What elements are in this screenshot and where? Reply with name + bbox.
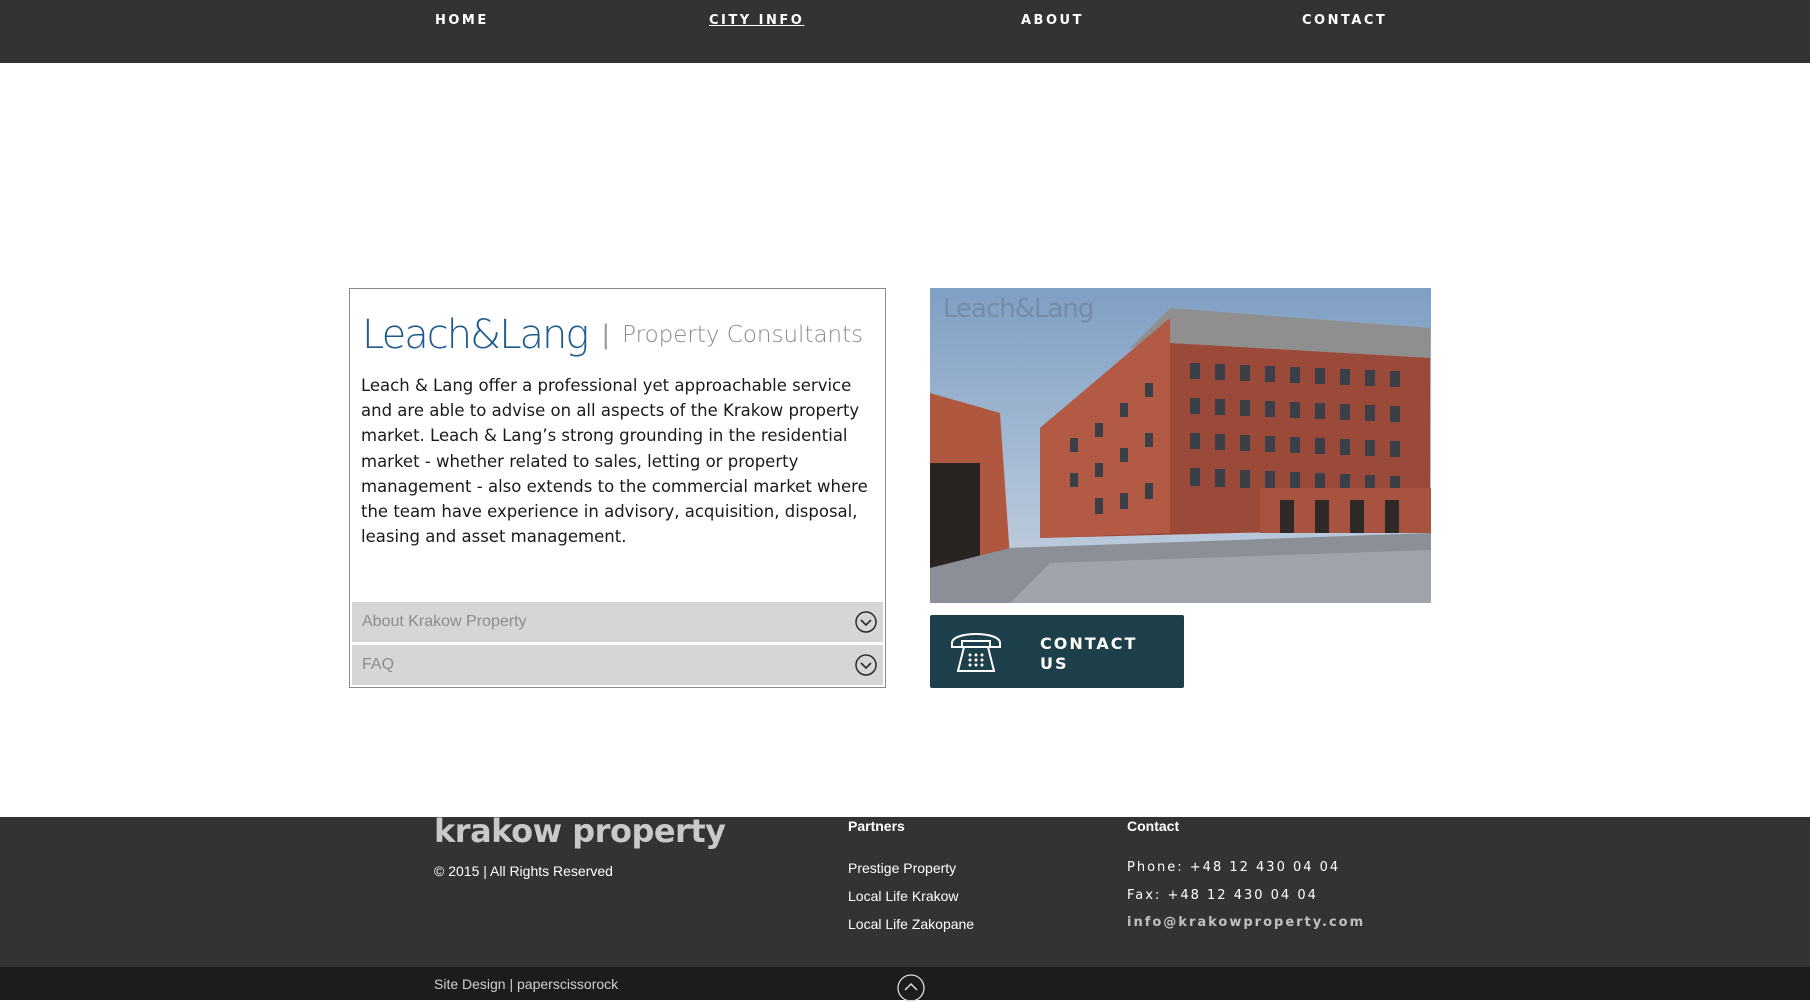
contact-us-label: CONTACT US <box>1040 634 1138 673</box>
partner-link-prestige-property[interactable]: Prestige Property <box>848 860 956 876</box>
contact-heading: Contact <box>1127 818 1180 834</box>
partners-heading: Partners <box>848 818 905 834</box>
chevron-up-circle-icon[interactable] <box>897 974 925 1002</box>
chevron-down-circle-icon[interactable] <box>855 654 877 676</box>
footer-brand: krakow property <box>434 812 726 850</box>
chevron-down-circle-icon[interactable] <box>855 611 877 633</box>
footer-phone: Phone: +48 12 430 04 04 <box>1127 860 1341 875</box>
accordion-about-krakow-property[interactable]: About Krakow Property <box>352 602 883 642</box>
photo-watermark: Leach&Lang <box>943 294 1094 324</box>
site-design-credit: Site Design | paperscissorock <box>434 976 619 992</box>
partner-link-local-life-krakow[interactable]: Local Life Krakow <box>848 888 959 904</box>
intro-paragraph: Leach & Lang offer a professional yet ap… <box>361 376 868 547</box>
contact-us-button[interactable]: CONTACT US <box>930 615 1184 688</box>
building-photo: Leach&Lang <box>930 288 1431 603</box>
accordion-faq[interactable]: FAQ <box>352 645 883 685</box>
brand-tagline: Property Consultants <box>622 322 864 348</box>
partner-link-local-life-zakopane[interactable]: Local Life Zakopane <box>848 916 974 932</box>
accordion-label: FAQ <box>362 656 395 673</box>
top-nav: HOME CITY INFO ABOUT CONTACT <box>0 0 1810 63</box>
telephone-icon <box>951 633 1001 672</box>
footer-email-link[interactable]: info@krakowproperty.com <box>1127 915 1365 930</box>
footer: krakow property © 2015 | All Rights Rese… <box>0 812 1810 967</box>
brand-name: Leach&Lang <box>362 312 589 358</box>
nav-about-link[interactable]: ABOUT <box>1021 13 1084 28</box>
nav-home-link[interactable]: HOME <box>435 13 489 28</box>
nav-contact-link[interactable]: CONTACT <box>1302 13 1387 28</box>
footer-copyright: © 2015 | All Rights Reserved <box>434 863 613 879</box>
brand-separator: | <box>601 320 611 350</box>
bottom-bar: Site Design | paperscissorock <box>0 967 1810 1002</box>
brand-logo: Leach&Lang | Property Consultants <box>362 305 863 365</box>
building-illustration <box>930 288 1431 603</box>
company-card: Leach&Lang | Property Consultants Leach … <box>349 288 886 688</box>
accordion-label: About Krakow Property <box>362 613 527 630</box>
nav-city-info-link[interactable]: CITY INFO <box>709 13 804 28</box>
footer-fax: Fax: +48 12 430 04 04 <box>1127 888 1318 903</box>
